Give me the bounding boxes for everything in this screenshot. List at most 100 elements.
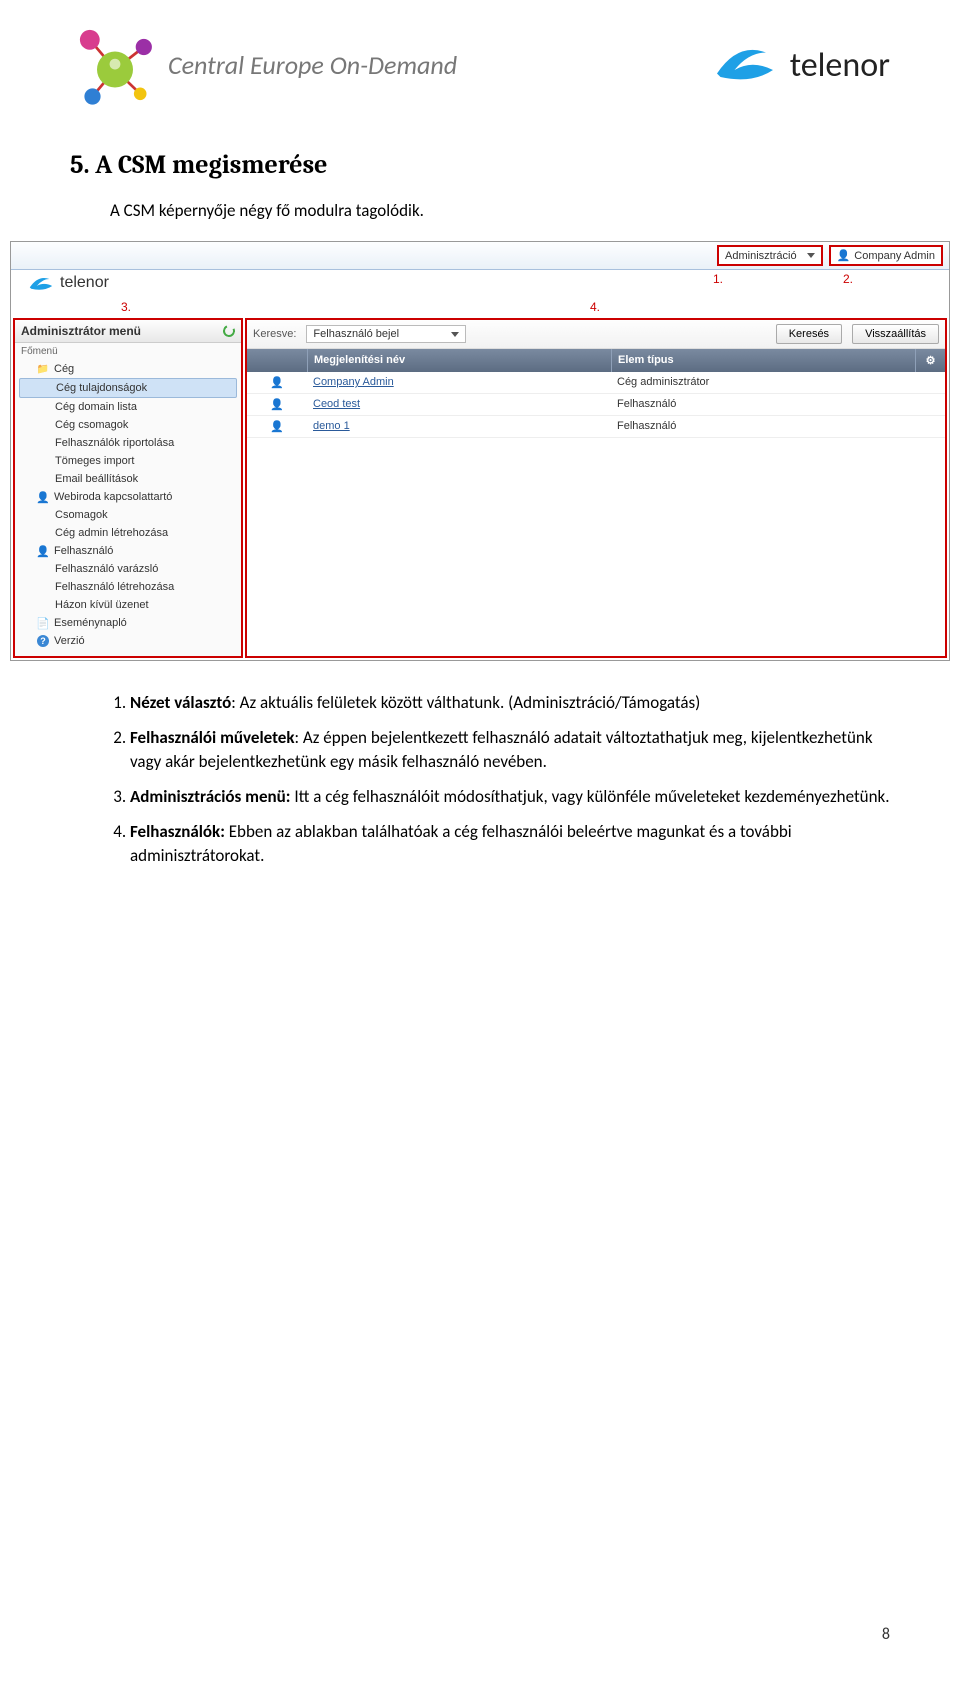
sidebar-tree: 📁Cég Cég tulajdonságok Cég domain lista Cég… xyxy=(15,360,241,656)
row-name[interactable]: Company Admin xyxy=(307,372,611,393)
admin-sidebar: Adminisztrátor menü Főmenü 📁Cég Cég tulaj… xyxy=(13,318,243,658)
telenor-swirl-icon xyxy=(27,272,55,294)
telenor-swirl-icon xyxy=(710,35,780,95)
search-field[interactable]: Felhasználó bejel xyxy=(306,325,466,343)
intro-text: A CSM képernyője négy fő modulra tagolód… xyxy=(110,200,890,221)
refresh-icon[interactable] xyxy=(221,323,236,338)
sidebar-item-label: Cég domain lista xyxy=(55,401,137,413)
sidebar-item[interactable]: Felhasználók riportolása xyxy=(15,434,241,452)
area-2-number: 2. xyxy=(843,272,853,294)
search-field-value: Felhasználó bejel xyxy=(313,328,399,340)
sidebar-item[interactable]: Cég tulajdonságok xyxy=(19,378,237,398)
sidebar-item[interactable]: 👤 Felhasználó xyxy=(15,542,241,560)
sidebar-item[interactable]: Cég domain lista xyxy=(15,398,241,416)
list-bold: Felhasználók: xyxy=(130,821,225,842)
row-name[interactable]: Ceod test xyxy=(307,394,611,415)
ceod-text: Central Europe On-Demand xyxy=(168,49,457,81)
search-button[interactable]: Keresés xyxy=(776,324,842,344)
log-icon: 📄 xyxy=(37,617,49,629)
sidebar-item[interactable]: Tömeges import xyxy=(15,452,241,470)
person-icon: 👤 xyxy=(247,416,307,437)
ss-labels-row: telenor 1. 2. xyxy=(11,270,949,300)
table-row[interactable]: 👤Ceod testFelhasználó xyxy=(247,394,945,416)
table-row[interactable]: 👤Company AdminCég adminisztrátor xyxy=(247,372,945,394)
person-icon: 👤 xyxy=(247,372,307,393)
sidebar-item[interactable]: Email beállítások xyxy=(15,470,241,488)
list-item: Adminisztrációs menü: Itt a cég felhaszn… xyxy=(130,785,890,810)
sidebar-item-label: Cég xyxy=(54,363,74,375)
list-text: : Az aktuális felületek között válthatun… xyxy=(231,692,700,713)
table-row[interactable]: 👤demo 1Felhasználó xyxy=(247,416,945,438)
page-header: Central Europe On-Demand telenor xyxy=(70,20,890,110)
molecule-icon xyxy=(70,20,160,110)
sidebar-item-label: Tömeges import xyxy=(55,455,134,467)
sidebar-header: Adminisztrátor menü xyxy=(15,320,241,343)
sidebar-item[interactable]: Csomagok xyxy=(15,506,241,524)
view-selector-label: Adminisztráció xyxy=(725,250,797,262)
sidebar-item[interactable]: Házon kívül üzenet xyxy=(15,596,241,614)
sidebar-item[interactable]: Cég csomagok xyxy=(15,416,241,434)
area-1-number: 1. xyxy=(713,272,723,294)
person-icon: 👤 xyxy=(837,249,851,262)
list-item: Nézet választó: Az aktuális felületek kö… xyxy=(130,691,890,716)
ss-main: Adminisztrátor menü Főmenü 📁Cég Cég tulaj… xyxy=(11,318,949,660)
list-text: Ebben az ablakban találhatóak a cég felh… xyxy=(130,821,792,867)
ss-telenor-logo: telenor xyxy=(27,272,109,294)
sidebar-item-label: Felhasználó xyxy=(54,545,113,557)
person-icon: 👤 xyxy=(247,394,307,415)
sidebar-item[interactable]: Cég admin létrehozása xyxy=(15,524,241,542)
sidebar-item-label: Cég admin létrehozása xyxy=(55,527,168,539)
list-bold: Adminisztrációs menü: xyxy=(130,786,290,807)
view-selector[interactable]: Adminisztráció xyxy=(717,245,823,266)
chevron-down-icon xyxy=(807,253,815,258)
sidebar-item-label: Felhasználók riportolása xyxy=(55,437,174,449)
sidebar-item[interactable]: Felhasználó létrehozása xyxy=(15,578,241,596)
sidebar-subtitle: Főmenü xyxy=(15,343,241,360)
sidebar-item-label: Email beállítások xyxy=(55,473,138,485)
col-header-type[interactable]: Elem típus xyxy=(611,349,915,372)
list-bold: Felhasználói műveletek xyxy=(130,727,294,748)
help-icon: ? xyxy=(37,635,49,647)
list-item: Felhasználók: Ebben az ablakban találhat… xyxy=(130,820,890,869)
content-area: Keresve: Felhasználó bejel Keresés Vissz… xyxy=(245,318,947,658)
search-label: Keresve: xyxy=(253,328,296,340)
area-3-number: 3. xyxy=(11,300,241,314)
person-icon: 👤 xyxy=(37,491,49,503)
sidebar-item-label: Cég tulajdonságok xyxy=(56,382,147,394)
chevron-down-icon xyxy=(451,332,459,337)
sidebar-title: Adminisztrátor menü xyxy=(21,324,141,338)
ss-telenor-text: telenor xyxy=(60,274,109,292)
telenor-text: telenor xyxy=(790,45,890,86)
sidebar-item-label: Eseménynapló xyxy=(54,617,127,629)
row-name[interactable]: demo 1 xyxy=(307,416,611,437)
gear-icon[interactable]: ⚙ xyxy=(915,349,945,372)
sidebar-item-label: Verzió xyxy=(54,635,85,647)
ceod-logo: Central Europe On-Demand xyxy=(70,20,457,110)
person-icon: 👤 xyxy=(37,545,49,557)
sidebar-item-label: Csomagok xyxy=(55,509,108,521)
csm-screenshot: Adminisztráció 👤 Company Admin telenor 1… xyxy=(10,241,950,661)
col-header-name[interactable]: Megjelenítési név xyxy=(307,349,611,372)
list-bold: Nézet választó xyxy=(130,692,231,713)
telenor-logo: telenor xyxy=(710,35,890,95)
page-number: 8 xyxy=(882,1625,890,1644)
user-menu[interactable]: 👤 Company Admin xyxy=(829,245,943,266)
row-type: Felhasználó xyxy=(611,394,915,415)
sidebar-item[interactable]: 👤 Webiroda kapcsolattartó xyxy=(15,488,241,506)
list-item: Felhasználói műveletek: Az éppen bejelen… xyxy=(130,726,890,775)
table-body: 👤Company AdminCég adminisztrátor👤Ceod te… xyxy=(247,372,945,438)
sidebar-item[interactable]: Felhasználó varázsló xyxy=(15,560,241,578)
sidebar-item-label: Házon kívül üzenet xyxy=(55,599,149,611)
sidebar-item-label: Felhasználó létrehozása xyxy=(55,581,174,593)
area-labels-row: 3. 4. xyxy=(11,300,949,318)
sidebar-item-label: Webiroda kapcsolattartó xyxy=(54,491,172,503)
sidebar-item[interactable]: 📁Cég xyxy=(15,360,241,378)
area-4-number: 4. xyxy=(241,300,949,314)
sidebar-item[interactable]: 📄 Eseménynapló xyxy=(15,614,241,632)
explanation-list: Nézet választó: Az aktuális felületek kö… xyxy=(130,691,890,869)
sidebar-item[interactable]: ? Verzió xyxy=(15,632,241,650)
reset-button[interactable]: Visszaállítás xyxy=(852,324,939,344)
row-type: Cég adminisztrátor xyxy=(611,372,915,393)
user-name: Company Admin xyxy=(854,250,935,262)
search-bar: Keresve: Felhasználó bejel Keresés Vissz… xyxy=(247,320,945,349)
